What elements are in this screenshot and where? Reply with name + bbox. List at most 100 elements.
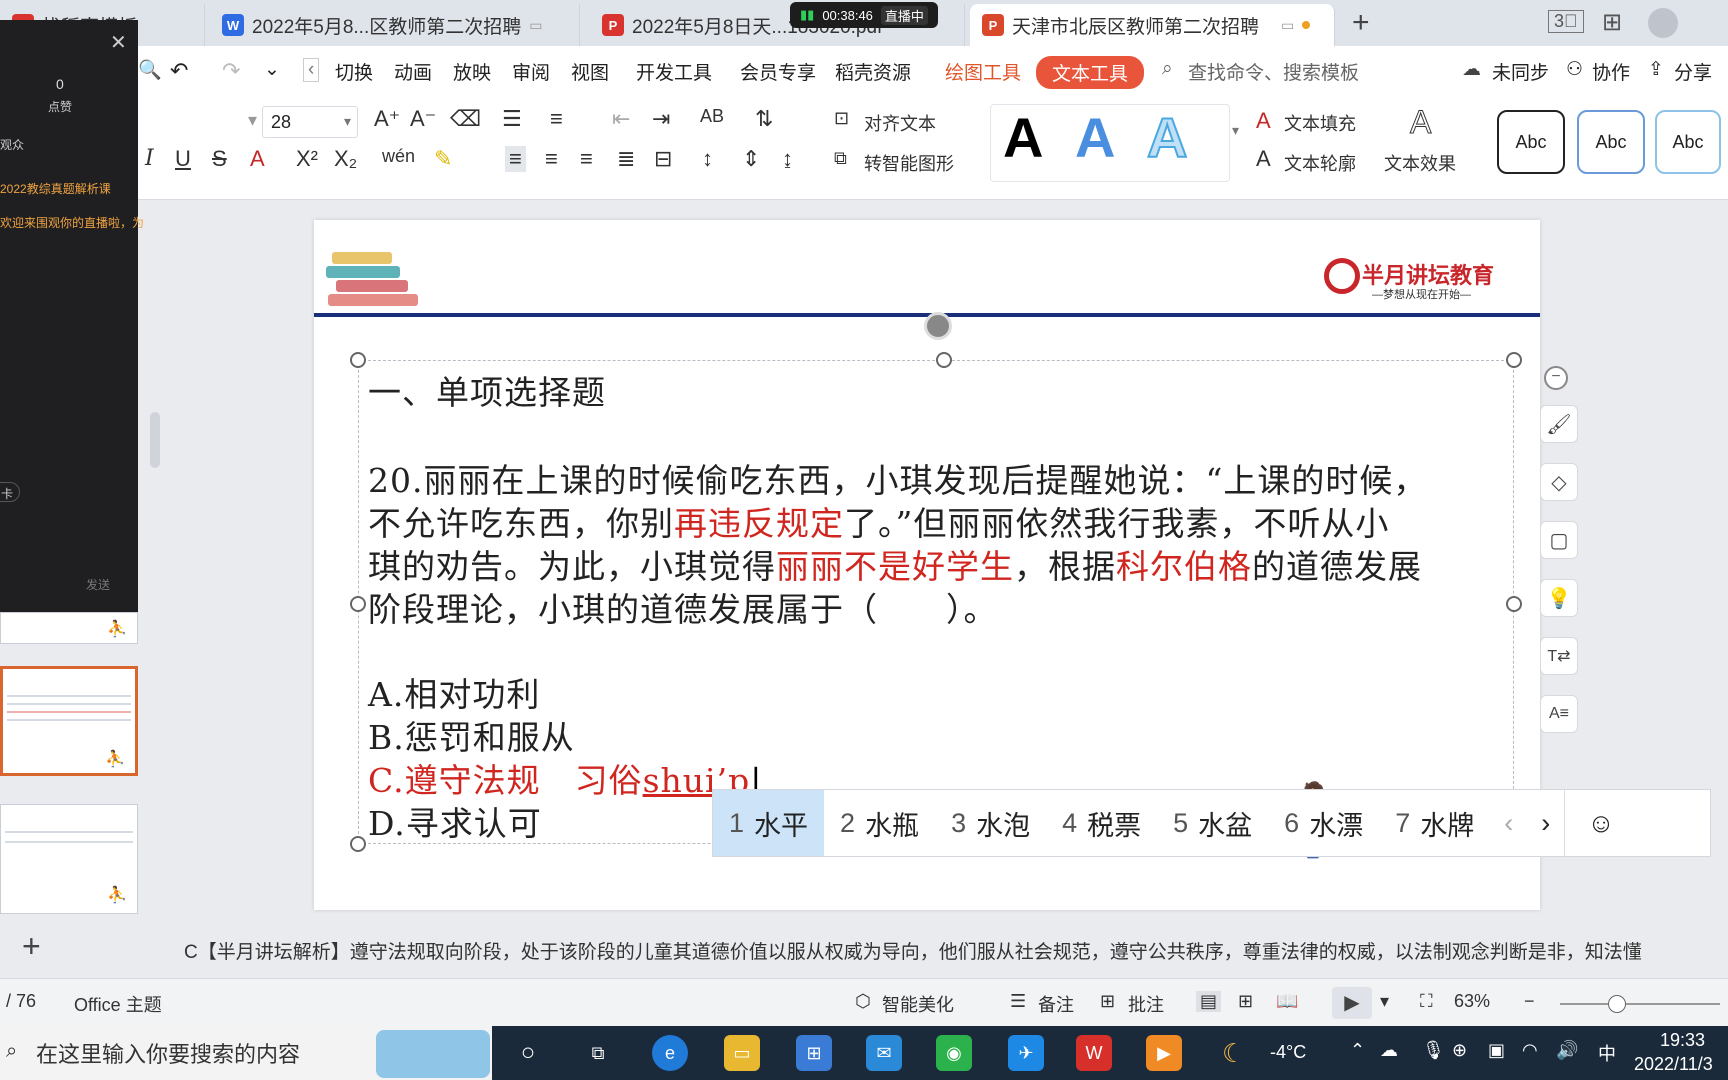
panel-scrollbar[interactable]	[150, 412, 160, 468]
search-icon[interactable]: ⌕	[1162, 58, 1173, 80]
subscript-icon[interactable]: X₂	[334, 146, 357, 172]
font-name-dropdown-icon[interactable]: ▾	[248, 110, 257, 131]
slide-thumbnail[interactable]: ⛹	[0, 804, 138, 914]
more-dropdown-icon[interactable]: ⌄	[264, 58, 280, 81]
play-icon[interactable]: ▶	[1332, 987, 1372, 1019]
sorter-view-icon[interactable]: ⊞	[1238, 991, 1253, 1012]
network-icon[interactable]: ▣	[1488, 1040, 1505, 1061]
ime-candidate[interactable]: 7 水牌	[1379, 790, 1490, 856]
file-explorer-icon[interactable]: ▭	[724, 1035, 760, 1071]
collapse-minus-icon[interactable]: −	[1544, 366, 1568, 390]
align-center-icon[interactable]: ≡	[545, 146, 558, 172]
menu-review[interactable]: 审阅	[512, 58, 550, 85]
line-spacing-icon[interactable]: ↕	[702, 146, 713, 172]
send-button[interactable]: 发送	[86, 576, 110, 593]
ime-candidate[interactable]: 6 水漂	[1268, 790, 1379, 856]
ime-candidate[interactable]: 5 水盆	[1157, 790, 1268, 856]
wps-icon[interactable]: W	[1076, 1035, 1112, 1071]
edge-icon[interactable]: e	[652, 1035, 688, 1071]
option-c[interactable]: C.遵守法规 习俗shui’p|	[368, 754, 762, 802]
clock-time[interactable]: 19:33	[1660, 1030, 1705, 1051]
task-view-icon[interactable]: ⧉	[580, 1035, 616, 1071]
notes-button[interactable]: 备注	[1038, 991, 1074, 1017]
store-icon[interactable]: ⊞	[796, 1035, 832, 1071]
wifi-icon[interactable]: ◠	[1522, 1040, 1538, 1061]
share-button[interactable]: 分享	[1674, 58, 1712, 85]
zoom-slider-thumb[interactable]	[1608, 995, 1626, 1013]
resize-handle[interactable]	[1506, 352, 1522, 368]
menu-slideshow[interactable]: 放映	[453, 58, 491, 85]
tab-word-doc[interactable]: W 2022年5月8...区教师第二次招聘 ▭	[210, 4, 580, 46]
menu-view[interactable]: 视图	[571, 58, 609, 85]
tab-ppt-active[interactable]: P 天津市北辰区教师第二次招聘 ▭	[970, 4, 1335, 46]
text-effect-button[interactable]: 文本效果	[1384, 150, 1456, 176]
increase-indent-icon[interactable]: ⇥	[652, 106, 670, 132]
rotate-handle-icon[interactable]	[924, 312, 952, 340]
new-tab-plus-icon[interactable]: +	[1352, 6, 1370, 40]
smart-shape-button[interactable]: 转智能图形	[864, 150, 954, 176]
menu-docer-resources[interactable]: 稻壳资源	[835, 58, 911, 85]
chat-misc-chip[interactable]: 卡	[0, 482, 20, 502]
strikethrough-icon[interactable]: S	[212, 146, 227, 172]
ime-candidate[interactable]: 3 水泡	[935, 790, 1046, 856]
menu-developer[interactable]: 开发工具	[636, 58, 712, 85]
tray-expand-icon[interactable]: ⌃	[1350, 1040, 1365, 1061]
volume-icon[interactable]: 🔊	[1556, 1040, 1578, 1061]
beautify-button[interactable]: 智能美化	[882, 991, 954, 1017]
clear-format-icon[interactable]: ⌫	[450, 106, 481, 132]
text-direction-icon[interactable]: AB	[700, 106, 724, 127]
slide-thumbnail[interactable]: ⛹	[0, 612, 138, 644]
zoom-slider[interactable]	[1560, 1003, 1720, 1005]
fit-window-icon[interactable]: ⛶	[1420, 991, 1433, 1012]
search-doc-icon[interactable]: 🔍	[138, 58, 162, 82]
shape-style-blue[interactable]: Abc	[1577, 110, 1645, 174]
comment-button[interactable]: 批注	[1128, 991, 1164, 1017]
idea-bulb-icon[interactable]: 💡	[1540, 579, 1578, 617]
shape-style-icon[interactable]: 🖌	[1540, 405, 1578, 443]
command-search-input[interactable]: 查找命令、搜索模板	[1188, 58, 1359, 85]
wordart-black[interactable]: A	[1003, 105, 1043, 170]
resize-handle[interactable]	[350, 596, 366, 612]
wechat-icon[interactable]: ◉	[936, 1035, 972, 1071]
undo-icon[interactable]: ↶	[170, 58, 188, 84]
microphone-icon[interactable]: 🎙	[1422, 1040, 1445, 1061]
decrease-font-icon[interactable]: A⁻	[410, 106, 436, 132]
fill-bucket-icon[interactable]: ◇	[1540, 463, 1578, 501]
mail-icon[interactable]: ✉	[866, 1035, 902, 1071]
ime-candidate[interactable]: 4 税票	[1046, 790, 1157, 856]
outline-icon[interactable]: ▢	[1540, 521, 1578, 559]
text-to-shape-icon[interactable]: T⇄	[1540, 637, 1578, 675]
distribute-icon[interactable]: ⊟	[654, 146, 672, 172]
superscript-icon[interactable]: X²	[296, 146, 318, 172]
spacing-options-icon[interactable]: ↨	[782, 146, 793, 172]
wordart-outline[interactable]: A	[1146, 105, 1188, 170]
menu-transition[interactable]: 切换	[335, 58, 373, 85]
justify-icon[interactable]: ≣	[617, 146, 635, 172]
resize-handle[interactable]	[1506, 596, 1522, 612]
wordart-more-icon[interactable]: ▾	[1232, 122, 1239, 139]
sort-icon[interactable]: ⇅	[755, 106, 773, 132]
ime-prev-page-icon[interactable]: ‹	[1490, 790, 1527, 856]
redo-icon[interactable]: ↷	[222, 58, 240, 84]
zoom-out-icon[interactable]: −	[1524, 991, 1535, 1012]
menu-text-tools[interactable]: 文本工具	[1036, 56, 1145, 89]
zoom-level[interactable]: 63%	[1454, 991, 1490, 1012]
align-left-icon[interactable]: ≡	[505, 146, 526, 172]
text-fill-button[interactable]: 文本填充	[1284, 110, 1356, 136]
normal-view-icon[interactable]: ▤	[1196, 991, 1222, 1012]
feishu-icon[interactable]: ✈	[1008, 1035, 1044, 1071]
apps-grid-icon[interactable]: ⊞	[1602, 8, 1622, 37]
menu-member[interactable]: 会员专享	[740, 58, 816, 85]
decrease-indent-icon[interactable]: ⇤	[612, 106, 630, 132]
resize-handle[interactable]	[936, 352, 952, 368]
ime-candidate[interactable]: 2 水瓶	[824, 790, 935, 856]
underline-icon[interactable]: U	[175, 146, 191, 172]
shape-style-black[interactable]: Abc	[1497, 110, 1565, 174]
cortana-icon[interactable]: ○	[510, 1035, 546, 1071]
scroll-left-icon[interactable]: ‹	[303, 58, 320, 82]
play-dropdown-icon[interactable]: ▾	[1380, 991, 1389, 1012]
close-icon[interactable]: ✕	[110, 30, 127, 55]
avatar[interactable]	[1648, 8, 1678, 38]
text-format-icon[interactable]: A≡	[1540, 695, 1578, 733]
align-text-button[interactable]: 对齐文本	[864, 110, 936, 136]
